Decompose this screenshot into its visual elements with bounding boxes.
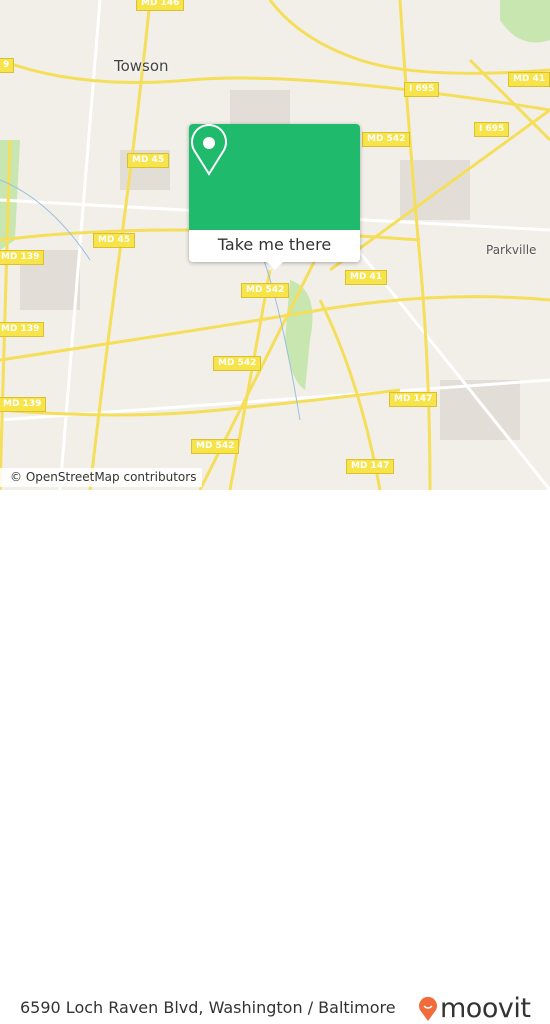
popup-header [189,124,360,230]
road-shield: MD 146 [136,0,185,11]
road-shield: MD 147 [346,459,395,474]
road-shield: MD 45 [93,233,136,248]
map-attribution[interactable]: © OpenStreetMap contributors [0,468,203,487]
road-shield: 9 [0,58,15,73]
road-shield: MD 542 [362,132,411,147]
take-me-there-button[interactable]: Take me there [189,230,360,262]
address-label: 6590 Loch Raven Blvd, Washington / Balti… [20,998,396,1017]
road-shield: MD 542 [213,356,262,371]
road-shield: MD 139 [0,250,45,265]
road-shield: MD 41 [345,270,388,285]
road-shield: I 695 [474,122,510,137]
moovit-logo[interactable]: moovit [418,993,531,1024]
footer: 6590 Loch Raven Blvd, Washington / Balti… [0,490,550,1024]
map-pin-icon [191,124,227,176]
popup-pointer [267,262,283,270]
place-label: Towson [114,57,169,75]
moovit-pin-icon [419,996,437,1021]
road-shield: MD 45 [127,153,170,168]
brand-name: moovit [440,993,531,1024]
place-label: Parkville [486,243,537,257]
map[interactable]: Towson Parkville MD 146 9 I 695 MD 41 MD… [0,0,550,490]
road-shield: MD 139 [0,322,45,337]
road-shield: MD 139 [0,397,47,412]
road-shield: MD 542 [191,439,240,454]
road-shield: MD 147 [389,392,438,407]
location-popup: Take me there [189,124,360,270]
road-shield: MD 542 [241,283,290,298]
road-shield: MD 41 [508,72,550,87]
road-shield: I 695 [404,82,440,97]
